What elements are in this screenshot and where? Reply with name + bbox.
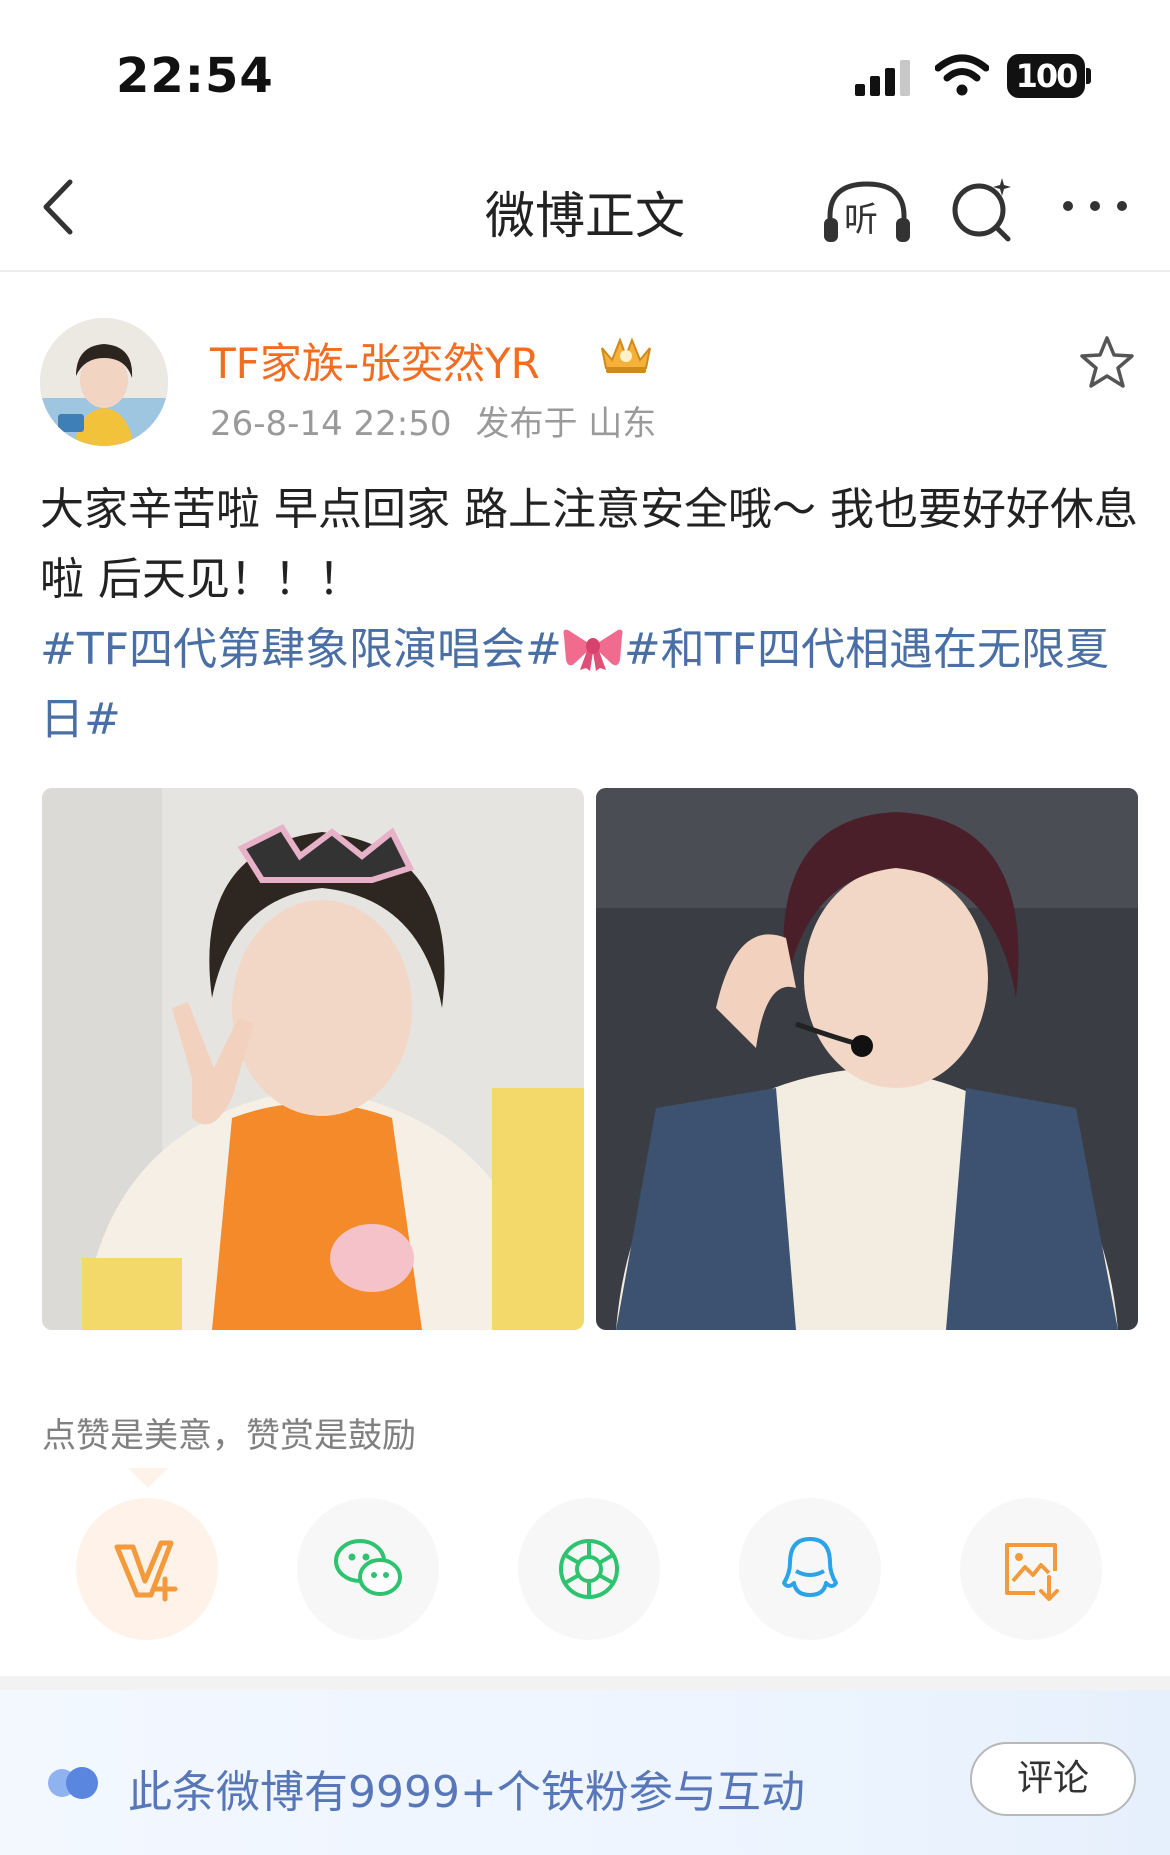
post-timestamp: 26-8-14 22:50 (210, 404, 452, 444)
username[interactable]: TF家族-张奕然YR (210, 330, 540, 391)
fans-interaction-text[interactable]: 此条微博有9999+个铁粉参与互动 (128, 1756, 805, 1820)
listen-button[interactable]: 听 (822, 180, 912, 246)
status-bar: 22:54 100 (0, 0, 1170, 150)
wifi-icon (935, 54, 989, 96)
status-time: 22:54 (116, 48, 274, 104)
section-divider (0, 1676, 1170, 1690)
post-body: 大家辛苦啦 早点回家 路上注意安全哦～ 我也要好好休息啦 后天见！！！ #TF四… (40, 475, 1140, 755)
v-plus-button[interactable] (76, 1498, 218, 1640)
post-meta: 26-8-14 22:50 发布于 山东 (210, 396, 656, 445)
cellular-signal-icon (855, 60, 910, 96)
listen-label: 听 (844, 200, 878, 240)
post-location: 发布于 山东 (475, 404, 657, 444)
reward-prompt: 点赞是美意，赞赏是鼓励 (42, 1416, 416, 1456)
save-image-icon (1005, 1543, 1059, 1601)
comment-button[interactable]: 评论 (970, 1742, 1136, 1816)
avatar[interactable] (40, 318, 168, 446)
vip-crown-icon (601, 337, 651, 373)
fans-icon (48, 1767, 98, 1799)
fans-interaction-bar: 此条微博有9999+个铁粉参与互动 评论 (0, 1690, 1170, 1855)
post-text: 大家辛苦啦 早点回家 路上注意安全哦～ 我也要好好休息啦 后天见！！！ (40, 484, 1138, 605)
share-qq-button[interactable] (739, 1498, 881, 1640)
battery-indicator: 100 (1007, 54, 1091, 98)
ribbon-bow-icon (563, 629, 623, 671)
avatar-image (40, 318, 168, 446)
share-moments-button[interactable] (518, 1498, 660, 1640)
post-header: TF家族-张奕然YR 26-8-14 22:50 发布于 山东 (0, 310, 1170, 460)
save-image-button[interactable] (960, 1498, 1102, 1640)
share-wechat-button[interactable] (297, 1498, 439, 1640)
nav-bar: 微博正文 听 (0, 150, 1170, 272)
qq-icon (782, 1537, 838, 1597)
share-row (0, 1494, 1170, 1644)
topic-link-1[interactable]: #TF四代第肆象限演唱会# (40, 624, 562, 675)
post-photo-2[interactable] (596, 788, 1138, 1330)
wechat-icon (334, 1539, 402, 1596)
photo-2-image (596, 788, 1138, 1330)
more-icon[interactable] (1058, 194, 1132, 218)
battery-tip (1086, 68, 1091, 84)
photo-1-image (42, 788, 584, 1330)
reward-pointer (128, 1468, 168, 1488)
moments-icon (559, 1539, 619, 1599)
favorite-star-icon[interactable] (1078, 334, 1136, 392)
search-icon[interactable] (948, 174, 1018, 244)
v-plus-icon (114, 1540, 178, 1602)
battery-level: 100 (1007, 54, 1085, 98)
post-photo-1[interactable] (42, 788, 584, 1330)
